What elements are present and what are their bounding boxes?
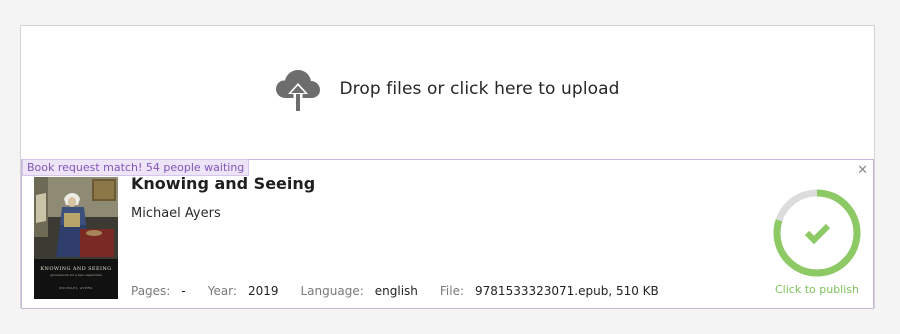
publish-label: Click to publish bbox=[775, 283, 859, 296]
publish-progress-ring bbox=[773, 189, 861, 277]
language-label: Language: bbox=[300, 284, 364, 298]
file-value: 9781533323071.epub, 510 KB bbox=[475, 284, 659, 298]
book-title: Knowing and Seeing bbox=[131, 174, 316, 193]
publish-button[interactable]: Click to publish bbox=[771, 187, 863, 297]
close-icon[interactable]: ✕ bbox=[857, 164, 868, 178]
cover-author: MICHAEL AYERS bbox=[59, 286, 93, 290]
file-label: File: bbox=[439, 284, 465, 298]
upload-panel: Drop files or click here to upload Book … bbox=[20, 25, 875, 309]
book-cover: KNOWING AND SEEING groundwork for a new … bbox=[34, 177, 118, 299]
book-author: Michael Ayers bbox=[131, 206, 221, 221]
cover-title: KNOWING AND SEEING bbox=[40, 266, 112, 272]
book-card: Book request match! 54 people waiting ✕ … bbox=[21, 159, 874, 309]
cloud-upload-icon bbox=[276, 69, 321, 111]
dropzone-content: Drop files or click here to upload bbox=[275, 66, 619, 112]
dropzone-text: Drop files or click here to upload bbox=[339, 78, 620, 99]
pages-label: Pages: bbox=[131, 284, 171, 298]
checkmark-icon bbox=[804, 223, 831, 245]
book-meta: Pages: - Year: 2019 Language: english Fi… bbox=[131, 284, 681, 298]
language-value: english bbox=[374, 284, 418, 298]
cover-subtitle: groundwork for a new empiricism bbox=[50, 273, 102, 277]
file-dropzone[interactable]: Drop files or click here to upload bbox=[21, 26, 874, 159]
year-label: Year: bbox=[207, 284, 237, 298]
year-value: 2019 bbox=[247, 284, 279, 298]
cover-painting bbox=[34, 177, 118, 299]
pages-value: - bbox=[181, 284, 186, 298]
